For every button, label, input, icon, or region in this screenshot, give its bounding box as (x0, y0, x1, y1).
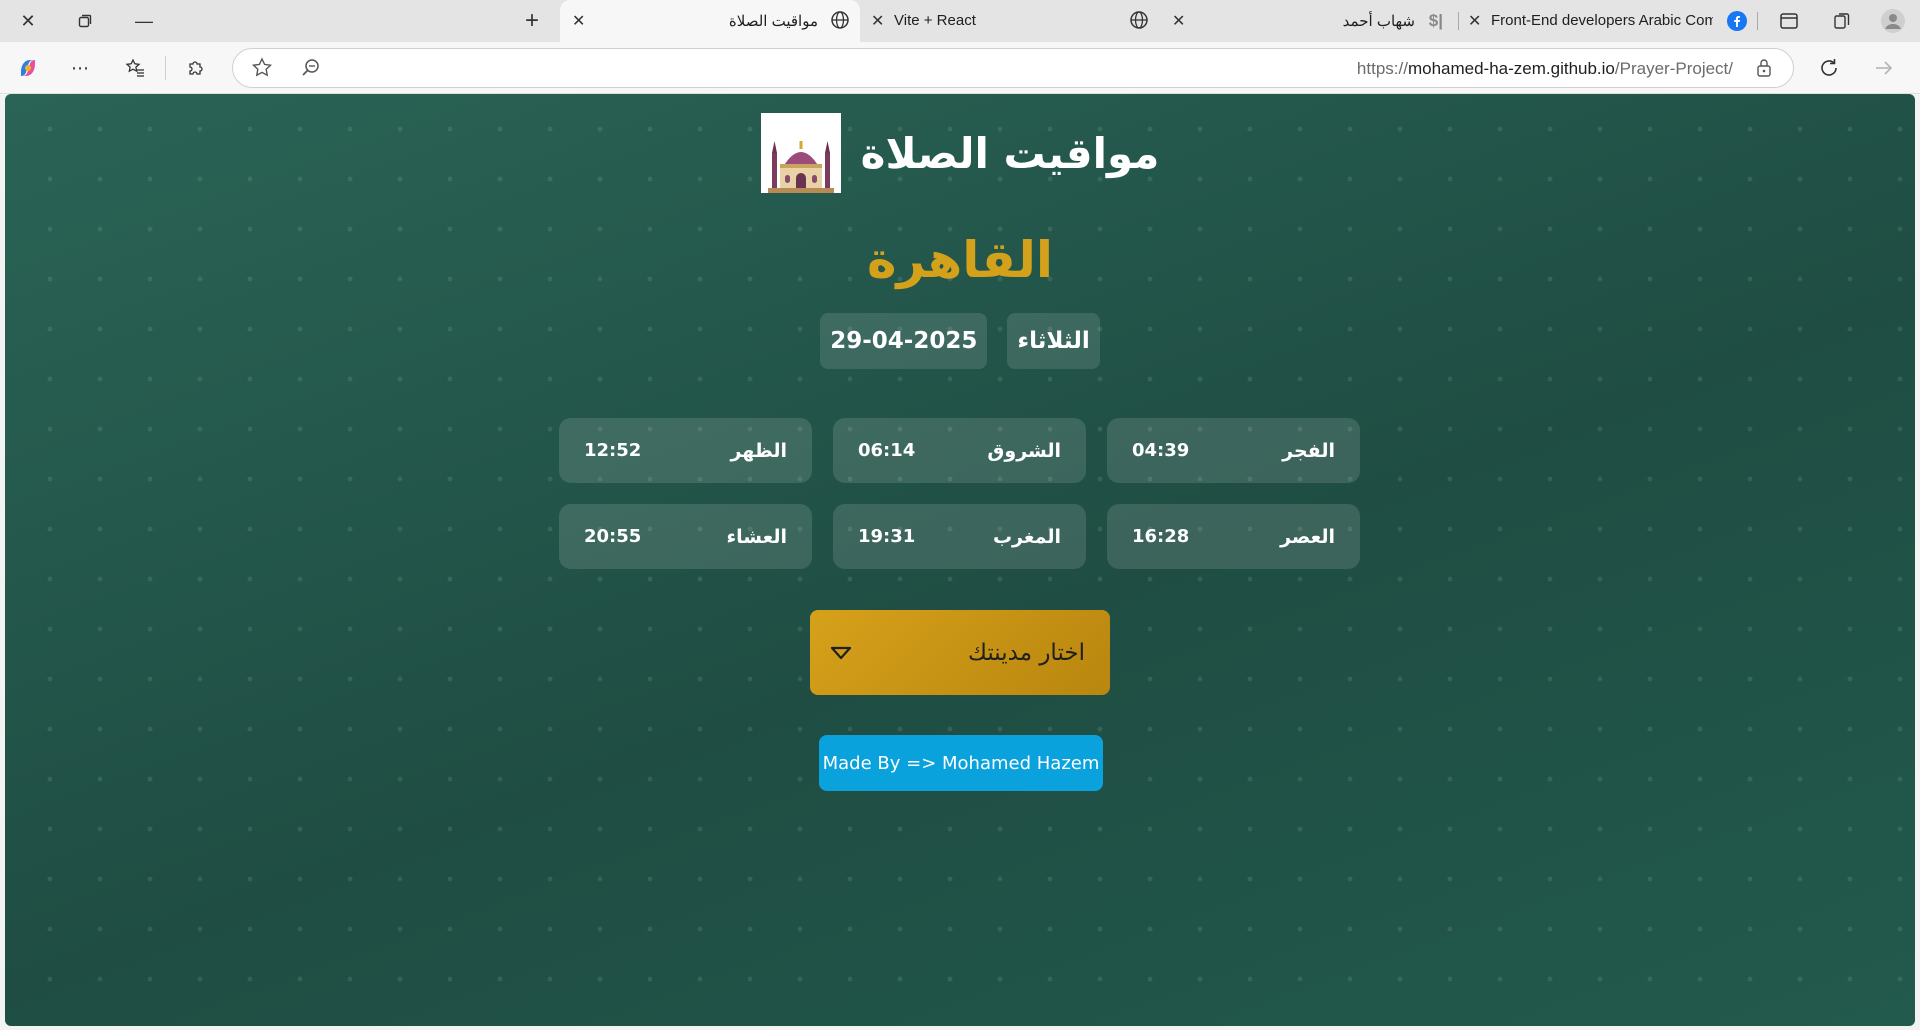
date-badge: 29-04-2025 (820, 313, 988, 369)
prayer-name: الشروق (987, 439, 1061, 462)
city-select[interactable]: اختار مدينتك (810, 610, 1110, 695)
tab-close-icon[interactable]: ✕ (572, 11, 585, 31)
tab-title: Vite + React (894, 12, 976, 29)
tab-separator (1458, 12, 1459, 30)
tab-front-end-devs[interactable]: ✕ Front-End developers Arabic Com (1462, 0, 1752, 42)
city-select-label: اختار مدينتك (967, 639, 1085, 666)
url-prefix: https:// (1356, 59, 1408, 78)
tab-prayer-times[interactable]: ✕ مواقيت الصلاة (560, 0, 860, 42)
tab-separator (1757, 12, 1758, 30)
zoom-icon[interactable] (301, 58, 321, 82)
globe-icon (1129, 10, 1149, 34)
new-tab-icon[interactable]: + (518, 7, 546, 34)
prayer-name: الفجر (1282, 439, 1335, 462)
extensions-icon[interactable] (180, 52, 212, 84)
facebook-icon (1727, 11, 1747, 35)
prayer-time: 12:52 (584, 440, 642, 461)
city-name: القاهرة (867, 231, 1053, 289)
url-text[interactable]: https://mohamed-ha-zem.github.io/Prayer-… (1357, 59, 1733, 79)
minimize-icon[interactable]: — (130, 8, 158, 34)
prayer-card-isha: العشاء 20:55 (559, 504, 812, 569)
favorites-icon[interactable] (119, 52, 151, 84)
restore-icon[interactable] (71, 8, 99, 34)
site-logo-icon: $| (1428, 11, 1443, 30)
star-icon[interactable] (251, 57, 273, 83)
lock-icon[interactable] (1755, 58, 1773, 82)
chevron-down-icon (830, 640, 852, 666)
more-icon[interactable]: ⋯ (64, 52, 96, 84)
page-viewport: مواقيت الصلاة القاهرة الثلاثاء 29-04-202… (5, 94, 1915, 1026)
tab-title: Front-End developers Arabic Com (1491, 12, 1713, 29)
profile-icon[interactable] (1879, 8, 1907, 34)
tab-close-icon[interactable]: ✕ (871, 11, 884, 31)
prayer-name: الظهر (730, 439, 787, 462)
prayer-time: 06:14 (858, 440, 916, 461)
prayer-times-grid: الفجر 04:39 الشروق 06:14 الظهر 12:52 الع… (559, 418, 1360, 569)
prayer-card-asr: العصر 16:28 (1107, 504, 1360, 569)
made-by-button[interactable]: Made By => Mohamed Hazem (819, 735, 1103, 791)
prayer-name: العصر (1280, 525, 1335, 548)
tab-vite-react[interactable]: ✕ Vite + React (865, 0, 1155, 42)
prayer-name: العشاء (726, 525, 787, 548)
refresh-icon[interactable] (1813, 52, 1845, 84)
sidebar-icon[interactable] (1775, 8, 1803, 34)
browser-toolbar: ⋯ https://mohamed-ha-zem.github.io/Praye… (0, 42, 1920, 94)
prayer-card-maghrib: المغرب 19:31 (833, 504, 1086, 569)
mosque-icon (760, 113, 841, 193)
prayer-time: 04:39 (1132, 440, 1190, 461)
close-window-icon[interactable]: ✕ (14, 8, 42, 34)
prayer-time: 19:31 (858, 526, 916, 547)
page-title: مواقيت الصلاة (860, 128, 1160, 178)
prayer-card-sunrise: الشروق 06:14 (833, 418, 1086, 483)
copilot-icon[interactable] (12, 52, 44, 84)
page-header: مواقيت الصلاة (5, 113, 1915, 193)
tab-close-icon[interactable]: ✕ (1468, 11, 1481, 31)
prayer-card-dhuhr: الظهر 12:52 (559, 418, 812, 483)
forward-icon[interactable] (1868, 52, 1900, 84)
tab-shehab[interactable]: ✕ شهاب أحمد $| (1165, 0, 1455, 42)
globe-icon (830, 10, 850, 34)
tab-strip: ✕ — + ✕ مواقيت الصلاة ✕ Vite + React ✕ ش… (0, 0, 1920, 42)
tab-title: مواقيت الصلاة (728, 13, 818, 30)
tab-title: شهاب أحمد (1342, 13, 1415, 30)
url-host: mohamed-ha-zem.github.io (1407, 59, 1615, 78)
toolbar-separator (165, 56, 166, 80)
prayer-time: 20:55 (584, 526, 642, 547)
prayer-time: 16:28 (1132, 526, 1190, 547)
collections-icon[interactable] (1828, 8, 1856, 34)
address-bar[interactable]: https://mohamed-ha-zem.github.io/Prayer-… (232, 48, 1794, 88)
tab-close-icon[interactable]: ✕ (1172, 11, 1185, 31)
day-badge: الثلاثاء (1007, 313, 1100, 369)
prayer-card-fajr: الفجر 04:39 (1107, 418, 1360, 483)
date-row: الثلاثاء 29-04-2025 (5, 313, 1915, 369)
prayer-name: المغرب (992, 525, 1061, 548)
url-path: /Prayer-Project/ (1614, 59, 1733, 78)
